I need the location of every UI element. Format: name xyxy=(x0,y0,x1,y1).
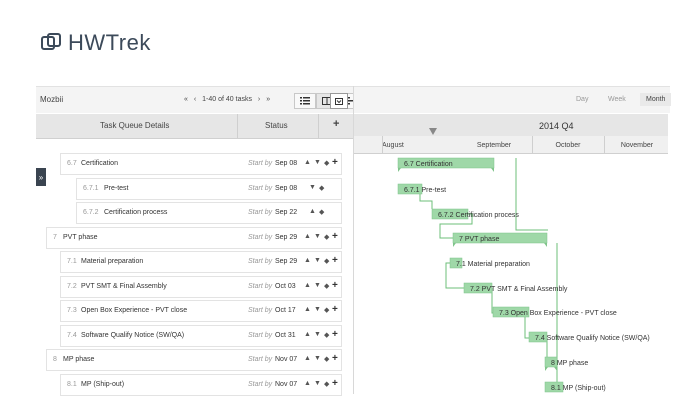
gantt-bar-label: 6.7.2 Certification process xyxy=(438,212,519,219)
gantt-bar-label: 7.2 PVT SMT & Final Assembly xyxy=(470,286,568,293)
summary-bar-cap xyxy=(491,168,494,172)
gantt-bar-label: 7 PVT phase xyxy=(459,236,499,243)
gantt-bar-label: 7.1 Material preparation xyxy=(456,261,530,268)
gantt-chart: 6.7 Certification 6.7.1 Pre-test 6.7.2 Cer… xyxy=(397,157,650,393)
gantt-bar-label: 6.7 Certification xyxy=(404,161,453,168)
dependency-link xyxy=(515,158,548,231)
gantt-bar-label: 7.4 Software Qualify Notice (SW/QA) xyxy=(535,335,650,342)
gantt-bar-label: 8.1 MP (Ship-out) xyxy=(551,385,606,392)
gantt-bar-label: 6.7.1 Pre-test xyxy=(404,187,446,194)
summary-bar-cap xyxy=(545,367,548,371)
gantt-bar-label: 8 MP phase xyxy=(551,360,588,367)
summary-bar-cap xyxy=(398,168,401,172)
summary-bar-cap xyxy=(453,243,456,247)
gantt-bar-label: 7.3 Open Box Experience - PVT close xyxy=(499,310,617,317)
summary-bar-cap xyxy=(544,243,547,247)
